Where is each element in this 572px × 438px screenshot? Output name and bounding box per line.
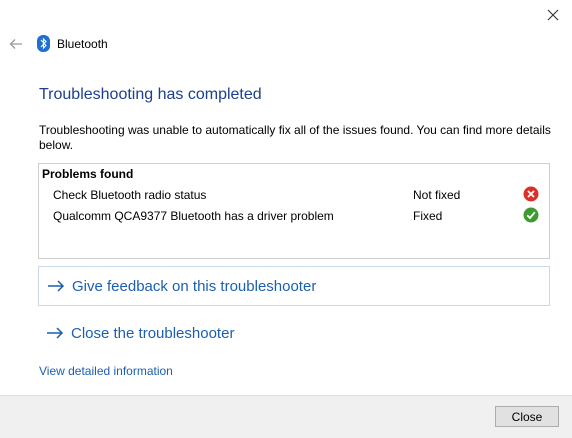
back-arrow-icon (9, 39, 22, 49)
arrow-right-icon (46, 326, 64, 340)
problems-heading: Problems found (42, 167, 134, 181)
app-title: Bluetooth (57, 36, 108, 51)
error-icon (523, 186, 539, 202)
view-detailed-information-link[interactable]: View detailed information (39, 364, 173, 378)
problem-row: Qualcomm QCA9377 Bluetooth has a driver … (53, 207, 539, 225)
problem-row: Check Bluetooth radio status Not fixed (53, 186, 539, 204)
give-feedback-link[interactable]: Give feedback on this troubleshooter (38, 266, 550, 306)
problem-name: Check Bluetooth radio status (53, 188, 207, 202)
problem-status: Fixed (413, 209, 443, 223)
bluetooth-icon (37, 35, 50, 52)
result-description: Troubleshooting was unable to automatica… (39, 123, 551, 152)
close-button[interactable]: Close (495, 406, 559, 427)
check-icon (523, 207, 539, 223)
back-button[interactable] (8, 35, 24, 53)
problem-name: Qualcomm QCA9377 Bluetooth has a driver … (53, 209, 334, 223)
troubleshooter-header: Bluetooth (37, 35, 108, 52)
close-troubleshooter-label: Close the troubleshooter (71, 324, 235, 342)
window-close-button[interactable] (542, 4, 564, 26)
problem-status: Not fixed (413, 188, 461, 202)
close-troubleshooter-link[interactable]: Close the troubleshooter (38, 313, 550, 353)
page-title: Troubleshooting has completed (39, 86, 262, 103)
give-feedback-label: Give feedback on this troubleshooter (72, 277, 317, 295)
close-icon (547, 9, 559, 21)
footer-bar: Close (0, 395, 572, 438)
arrow-right-icon (47, 279, 65, 293)
problems-found-panel: Problems found Check Bluetooth radio sta… (38, 163, 550, 259)
